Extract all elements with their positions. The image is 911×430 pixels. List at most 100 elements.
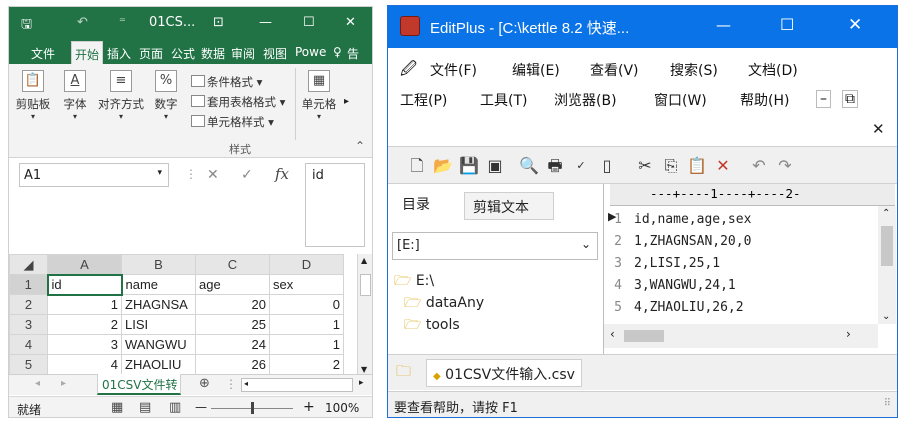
maximize-icon[interactable]: ☐ xyxy=(303,15,315,30)
select-all-corner[interactable]: ◢ xyxy=(9,254,48,275)
menu-window[interactable]: 窗口(W) xyxy=(654,90,707,110)
code-line[interactable]: 1 id,name,age,sex xyxy=(604,212,751,227)
cell[interactable]: 25 xyxy=(195,314,270,335)
code-line[interactable]: 5 4,ZHAOLIU,26,2 xyxy=(604,300,743,315)
cell[interactable]: WANGWU xyxy=(121,334,196,355)
mdi-close-icon[interactable]: ✕ xyxy=(872,120,885,138)
mdi-minimize-icon[interactable]: – xyxy=(816,90,831,108)
function-icon[interactable]: fx xyxy=(275,165,289,183)
cell[interactable]: LISI xyxy=(121,314,196,335)
menu-browser[interactable]: 浏览器(B) xyxy=(554,90,617,110)
cell[interactable]: 1 xyxy=(269,314,344,335)
tab-formulas[interactable]: 公式 xyxy=(171,45,195,62)
next-sheet-icon[interactable]: ▸ xyxy=(61,378,66,389)
menu-document[interactable]: 文档(D) xyxy=(748,60,798,80)
tab-view[interactable]: 视图 xyxy=(263,45,287,62)
maximize-icon[interactable]: ☐ xyxy=(780,15,794,34)
zoom-in-icon[interactable]: + xyxy=(303,399,315,415)
code-line[interactable]: 2 1,ZHAGNSAN,20,0 xyxy=(604,234,751,249)
scroll-down-icon[interactable]: ▼ xyxy=(361,365,367,374)
cell[interactable]: 4 xyxy=(47,354,122,375)
quick-access-icon[interactable]: ⁼ xyxy=(119,15,126,30)
table-format-button[interactable]: 套用表格格式 ▾ xyxy=(191,92,285,112)
expand-formula-icon[interactable]: ⌃ xyxy=(371,166,372,179)
column-header-d[interactable]: D xyxy=(269,254,344,275)
tab-tell-me[interactable]: 告 xyxy=(347,45,359,62)
minimize-icon[interactable]: — xyxy=(259,15,272,30)
scroll-up-icon[interactable]: ⌃ xyxy=(882,208,890,219)
spell-check-icon[interactable]: ✓ xyxy=(570,155,592,177)
menu-edit[interactable]: 编辑(E) xyxy=(512,60,560,80)
copy-icon[interactable]: ⎘ xyxy=(660,155,682,177)
menu-view[interactable]: 查看(V) xyxy=(590,60,639,80)
cell[interactable]: age xyxy=(195,274,270,295)
cell[interactable]: ZHAGNSA xyxy=(121,294,196,315)
mdi-restore-icon[interactable]: ⧉ xyxy=(842,90,858,108)
add-sheet-icon[interactable]: ⊕ xyxy=(199,376,210,391)
undo-icon[interactable]: ↶ xyxy=(77,15,88,30)
name-box[interactable]: A1 ▾ xyxy=(19,163,169,187)
tree-item[interactable]: 🗁 tools xyxy=(404,314,460,338)
save-icon[interactable]: 🖫 xyxy=(21,15,32,37)
worksheet-grid[interactable]: ◢ A B C D 1 id name age sex 2 1 ZHAGNSA … xyxy=(9,254,356,375)
cell[interactable]: 0 xyxy=(269,294,344,315)
row-header[interactable]: 3 xyxy=(9,314,48,335)
cell[interactable]: 2 xyxy=(47,314,122,335)
horizontal-scrollbar[interactable]: ◂ xyxy=(241,378,353,392)
document-tab[interactable]: ◆ 01CSV文件输入.csv xyxy=(426,359,582,387)
menu-help[interactable]: 帮助(H) xyxy=(740,90,789,110)
font-group[interactable]: A 字体 ▾ xyxy=(59,70,91,121)
tree-item[interactable]: 🗁 E:\ xyxy=(394,270,434,294)
tree-item[interactable]: 🗁 dataAny xyxy=(404,292,484,316)
tab-directory[interactable]: 目录 xyxy=(392,188,464,220)
normal-view-icon[interactable]: ▦ xyxy=(111,400,123,415)
cell[interactable]: ZHAOLIU xyxy=(121,354,196,375)
ribbon-display-icon[interactable]: ⊡ xyxy=(213,15,224,30)
close-icon[interactable]: ✕ xyxy=(848,15,862,35)
cell[interactable]: 3 xyxy=(47,334,122,355)
tab-insert[interactable]: 插入 xyxy=(107,45,131,62)
code-line[interactable]: 4 3,WANGWU,24,1 xyxy=(604,278,736,293)
cell[interactable]: 1 xyxy=(269,334,344,355)
cell[interactable]: 1 xyxy=(47,294,122,315)
page-break-icon[interactable]: ▥ xyxy=(169,400,181,415)
html-preview-icon[interactable]: ▯ xyxy=(596,155,618,177)
editor-pane[interactable]: ---+----1----+----2- ▶ 1 id,name,age,sex … xyxy=(604,184,897,350)
ribbon-scroll-right-icon[interactable]: ▸ xyxy=(344,96,349,107)
tab-home[interactable]: 开始 xyxy=(71,41,104,64)
editor-vertical-scrollbar[interactable]: ⌃ ⌄ xyxy=(878,206,896,324)
cell[interactable]: 24 xyxy=(195,334,270,355)
print-icon[interactable]: 🖶 xyxy=(544,155,566,177)
row-header[interactable]: 1 xyxy=(9,274,48,295)
tab-page[interactable]: 页面 xyxy=(139,45,163,62)
scroll-right-icon[interactable]: › xyxy=(846,327,851,341)
cell[interactable]: 20 xyxy=(195,294,270,315)
cell-style-button[interactable]: 单元格样式 ▾ xyxy=(191,112,285,132)
menu-file[interactable]: 文件(F) xyxy=(430,60,477,80)
cell[interactable]: 2 xyxy=(269,354,344,375)
cell[interactable]: sex xyxy=(269,274,344,295)
tell-me-icon[interactable]: ♀ xyxy=(333,45,342,59)
cell[interactable]: name xyxy=(121,274,196,295)
confirm-icon[interactable]: ✓ xyxy=(241,167,253,183)
tab-power[interactable]: Powe xyxy=(295,45,326,59)
paste-icon[interactable]: 📋 xyxy=(686,155,708,177)
resize-grip-icon[interactable]: ⠿ xyxy=(884,398,891,409)
vertical-scrollbar[interactable]: ▲ ▼ xyxy=(357,254,372,376)
scroll-thumb[interactable] xyxy=(360,274,371,296)
zoom-slider-thumb[interactable] xyxy=(251,402,254,414)
new-file-icon[interactable]: 🗋 xyxy=(406,155,428,177)
scroll-thumb[interactable] xyxy=(881,226,893,266)
scroll-thumb[interactable] xyxy=(624,330,664,342)
redo-icon[interactable]: ↷ xyxy=(774,155,796,177)
print-preview-icon[interactable]: 🔍 xyxy=(518,155,540,177)
save-icon[interactable]: 💾 xyxy=(458,155,480,177)
tab-file[interactable]: 文件 xyxy=(31,45,55,62)
scroll-down-icon[interactable]: ⌄ xyxy=(882,311,890,322)
menu-project[interactable]: 工程(P) xyxy=(400,90,447,110)
conditional-format-button[interactable]: 条件格式 ▾ xyxy=(191,72,285,92)
open-folder-icon[interactable]: 📂 xyxy=(432,155,454,177)
cell-a1[interactable]: id xyxy=(46,273,123,296)
tab-data[interactable]: 数据 xyxy=(201,45,225,62)
column-header-b[interactable]: B xyxy=(121,254,196,275)
